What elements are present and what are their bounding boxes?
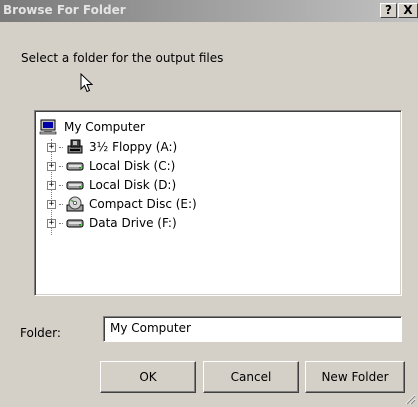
tree-item-floppy[interactable]: + 3½ Floppy (A:) (47, 138, 177, 156)
expand-toggle[interactable]: + (47, 180, 56, 190)
ok-button[interactable]: OK (100, 361, 196, 393)
disk-icon (65, 215, 85, 231)
expand-toggle[interactable]: + (47, 218, 56, 228)
tree-connector (59, 146, 63, 148)
disk-icon (65, 158, 85, 174)
title-bar[interactable]: Browse For Folder ? X (0, 0, 418, 22)
mouse-pointer-icon (80, 73, 93, 93)
cd-icon (65, 196, 85, 212)
computer-icon (38, 119, 58, 135)
tree-connector (59, 165, 63, 167)
help-button[interactable]: ? (380, 3, 397, 18)
tree-item-label: Compact Disc (E:) (89, 197, 197, 211)
tree-item-data-drive-f[interactable]: + Data Drive (F:) (47, 214, 177, 232)
expand-toggle[interactable]: + (47, 161, 56, 171)
window-title: Browse For Folder (3, 3, 126, 17)
tree-item-local-disk-c[interactable]: + Local Disk (C:) (47, 157, 175, 175)
close-button[interactable]: X (398, 3, 418, 18)
tree-item-my-computer[interactable]: My Computer (38, 118, 147, 136)
folder-input[interactable]: My Computer (103, 316, 402, 342)
tree-item-label: My Computer (64, 120, 145, 134)
tree-item-label: 3½ Floppy (A:) (89, 140, 178, 154)
tree-item-label: Local Disk (D:) (89, 178, 177, 192)
folder-label: Folder: (20, 326, 61, 340)
tree-connector (59, 203, 63, 205)
tree-item-compact-disc-e[interactable]: + Compact Disc (E:) (47, 195, 197, 213)
tree-item-label: Data Drive (F:) (89, 216, 177, 230)
instruction-text: Select a folder for the output files (21, 51, 224, 65)
tree-connector (59, 222, 63, 224)
new-folder-button[interactable]: New Folder (305, 361, 405, 393)
cancel-button[interactable]: Cancel (203, 361, 299, 393)
tree-item-local-disk-d[interactable]: + Local Disk (D:) (47, 176, 176, 194)
tree-item-label: Local Disk (C:) (89, 159, 176, 173)
folder-tree[interactable]: My Computer + 3½ Floppy (A:) + Local Dis… (34, 110, 402, 296)
tree-connector (59, 184, 63, 186)
expand-toggle[interactable]: + (47, 142, 56, 152)
disk-icon (65, 177, 85, 193)
expand-toggle[interactable]: + (47, 199, 56, 209)
resize-grip-icon[interactable] (404, 393, 416, 405)
floppy-icon (65, 139, 85, 155)
